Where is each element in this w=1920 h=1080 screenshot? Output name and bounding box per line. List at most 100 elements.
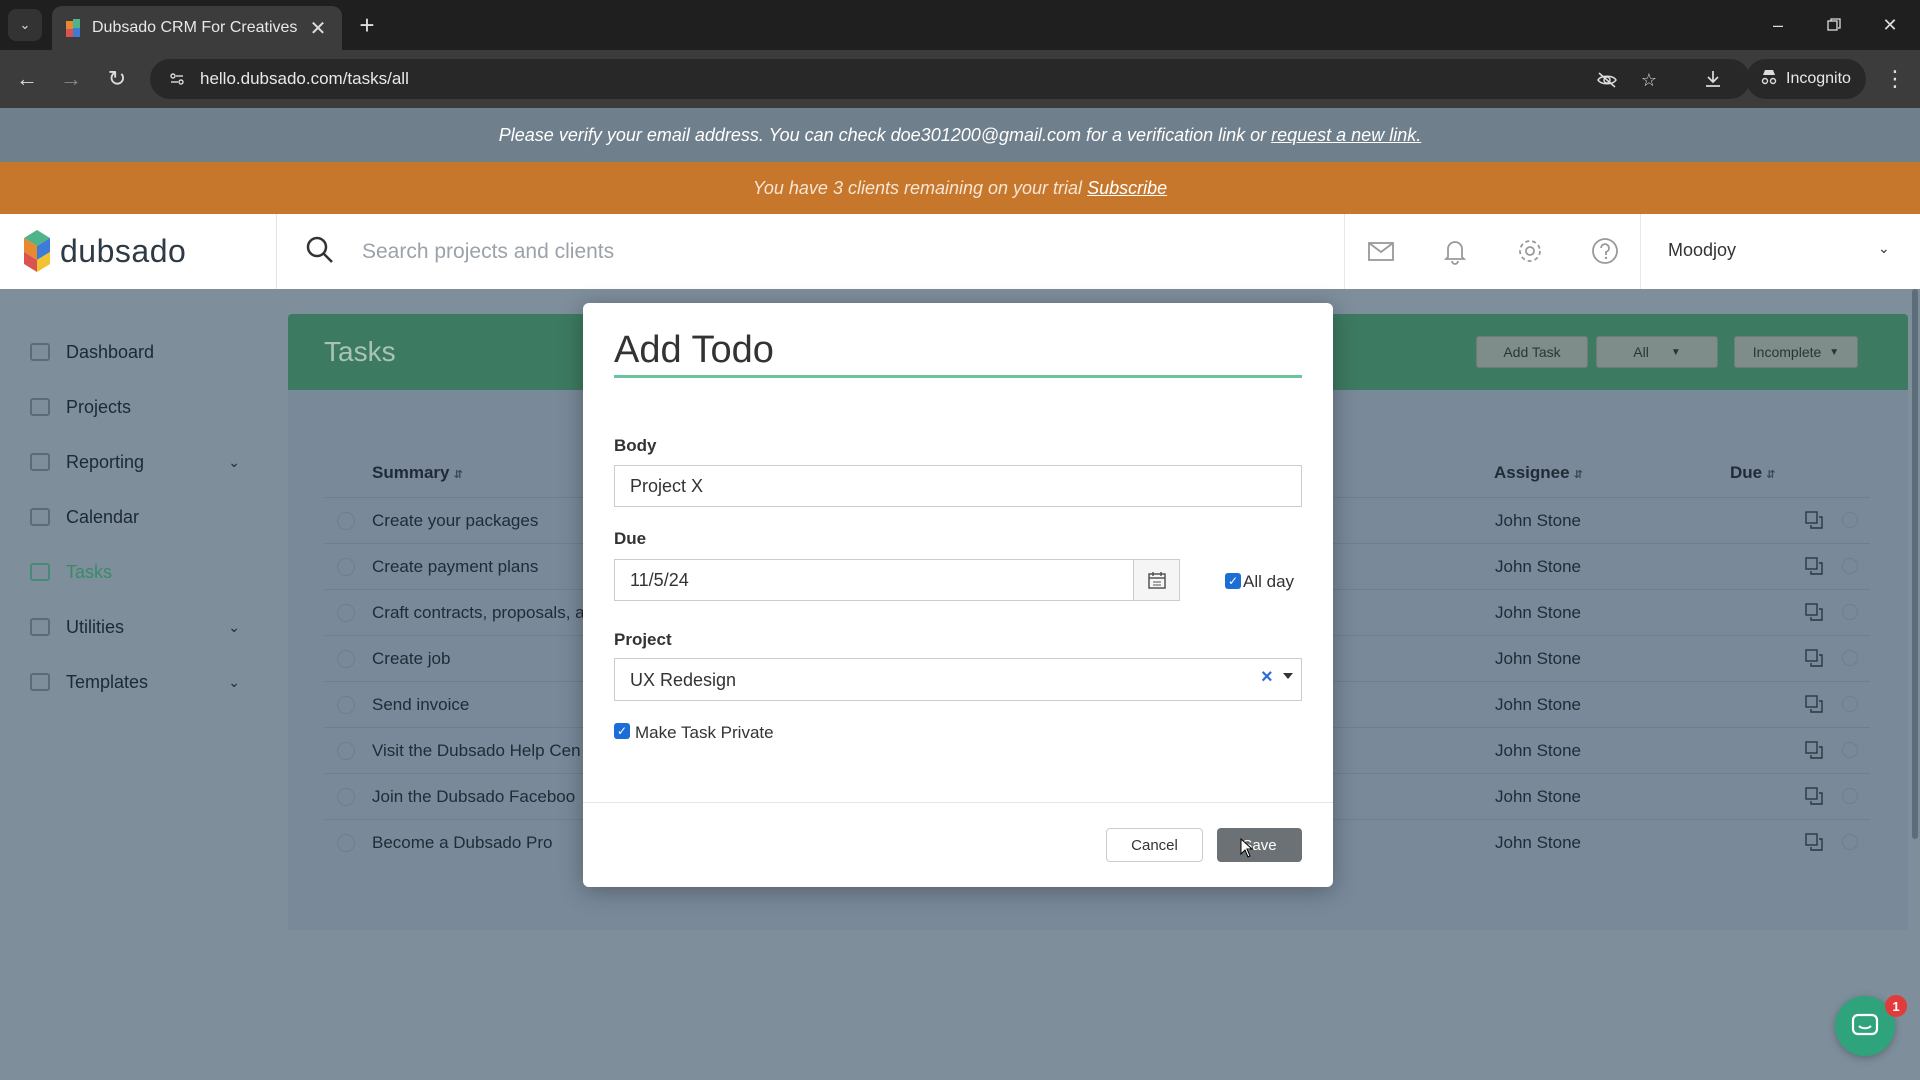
task-summary[interactable]: Craft contracts, proposals, a — [372, 603, 585, 623]
sidebar-item-tasks[interactable]: Tasks — [30, 552, 250, 592]
task-summary[interactable]: Create job — [372, 649, 450, 669]
site-info-icon[interactable] — [166, 68, 188, 90]
dashboard-icon — [30, 343, 50, 361]
task-complete-toggle[interactable] — [337, 512, 355, 530]
task-options-icon[interactable] — [1842, 696, 1858, 712]
restore-icon[interactable] — [1814, 10, 1854, 40]
sidebar-item-label: Utilities — [66, 616, 125, 637]
make-private-checkbox[interactable]: ✓ — [614, 723, 630, 739]
task-summary[interactable]: Become a Dubsado Pro — [372, 833, 553, 853]
forward-icon[interactable]: → — [55, 63, 87, 95]
task-options-icon[interactable] — [1842, 650, 1858, 666]
scrollbar[interactable] — [1912, 289, 1918, 839]
column-due[interactable]: Due ⇵ — [1730, 463, 1775, 483]
column-summary[interactable]: Summary ⇵ — [372, 463, 463, 483]
duplicate-icon[interactable] — [1805, 741, 1823, 759]
task-options-icon[interactable] — [1842, 834, 1858, 850]
save-button[interactable]: Save — [1217, 828, 1302, 862]
back-icon[interactable]: ← — [11, 63, 43, 95]
gear-icon[interactable] — [1515, 236, 1547, 268]
templates-icon — [30, 673, 50, 691]
task-complete-toggle[interactable] — [337, 558, 355, 576]
duplicate-icon[interactable] — [1805, 833, 1823, 851]
bell-icon[interactable] — [1440, 236, 1472, 268]
sidebar: Dashboard Projects Reporting ⌄ Calendar … — [0, 289, 276, 1080]
browser-tab[interactable]: Dubsado CRM For Creatives ✕ — [52, 6, 342, 50]
body-input[interactable] — [614, 465, 1302, 507]
browser-toolbar: ← → ↻ hello.dubsado.com/tasks/all ☆ Inco… — [0, 50, 1920, 108]
task-assignee: John Stone — [1495, 787, 1582, 806]
incognito-label: Incognito — [1786, 70, 1851, 87]
sidebar-item-dashboard[interactable]: Dashboard — [30, 332, 250, 372]
sidebar-item-calendar[interactable]: Calendar — [30, 497, 250, 537]
sidebar-item-label: Templates — [66, 671, 149, 692]
duplicate-icon[interactable] — [1805, 557, 1823, 575]
download-icon[interactable] — [1697, 63, 1729, 95]
minimize-icon[interactable]: – — [1758, 10, 1798, 40]
tab-title: Dubsado CRM For Creatives — [92, 19, 298, 36]
task-complete-toggle[interactable] — [337, 788, 355, 806]
filter-all-dropdown[interactable]: All ▼ — [1596, 336, 1718, 368]
sidebar-item-reporting[interactable]: Reporting ⌄ — [30, 442, 250, 482]
search-icon[interactable] — [304, 234, 336, 266]
account-name[interactable]: Moodjoy — [1668, 240, 1736, 261]
dubsado-logo[interactable]: dubsado — [22, 228, 186, 274]
sidebar-item-label: Calendar — [66, 506, 140, 527]
star-icon[interactable]: ☆ — [1636, 67, 1662, 93]
plus-icon[interactable]: + — [352, 10, 382, 40]
task-complete-toggle[interactable] — [337, 696, 355, 714]
due-date-input[interactable] — [614, 559, 1134, 601]
task-options-icon[interactable] — [1842, 788, 1858, 804]
caret-down-icon[interactable] — [1283, 673, 1293, 679]
duplicate-icon[interactable] — [1805, 603, 1823, 621]
dubsado-logo-icon — [22, 228, 52, 274]
incognito-indicator[interactable]: Incognito — [1746, 59, 1866, 99]
chevron-down-icon[interactable]: ⌄ — [1878, 240, 1890, 257]
mail-icon[interactable] — [1366, 236, 1398, 268]
task-summary[interactable]: Join the Dubsado Faceboo — [372, 787, 575, 807]
duplicate-icon[interactable] — [1805, 511, 1823, 529]
request-new-link[interactable]: request a new link. — [1271, 125, 1421, 146]
project-select[interactable]: UX Redesign × — [614, 658, 1302, 701]
close-window-icon[interactable]: ✕ — [1870, 10, 1910, 40]
close-icon[interactable]: ✕ — [308, 16, 328, 41]
reload-icon[interactable]: ↻ — [101, 63, 133, 95]
task-complete-toggle[interactable] — [337, 742, 355, 760]
address-bar[interactable]: hello.dubsado.com/tasks/all ☆ — [150, 59, 1750, 99]
duplicate-icon[interactable] — [1805, 695, 1823, 713]
task-summary[interactable]: Create your packages — [372, 511, 538, 531]
filter-status-label: Incomplete — [1752, 344, 1822, 360]
help-icon[interactable] — [1590, 236, 1622, 268]
column-assignee[interactable]: Assignee ⇵ — [1494, 463, 1583, 483]
task-complete-toggle[interactable] — [337, 650, 355, 668]
task-options-icon[interactable] — [1842, 604, 1858, 620]
sidebar-item-templates[interactable]: Templates ⌄ — [30, 662, 250, 702]
duplicate-icon[interactable] — [1805, 787, 1823, 805]
task-options-icon[interactable] — [1842, 512, 1858, 528]
clear-icon[interactable]: × — [1261, 666, 1273, 689]
search-input[interactable] — [362, 232, 1322, 272]
cancel-button[interactable]: Cancel — [1106, 828, 1203, 862]
task-complete-toggle[interactable] — [337, 834, 355, 852]
task-summary[interactable]: Send invoice — [372, 695, 469, 715]
task-options-icon[interactable] — [1842, 558, 1858, 574]
calendar-button[interactable] — [1133, 559, 1180, 601]
sidebar-item-projects[interactable]: Projects — [30, 387, 250, 427]
sidebar-item-label: Tasks — [66, 561, 113, 582]
task-options-icon[interactable] — [1842, 742, 1858, 758]
header-divider — [276, 214, 277, 289]
duplicate-icon[interactable] — [1805, 649, 1823, 667]
task-complete-toggle[interactable] — [337, 604, 355, 622]
sidebar-item-utilities[interactable]: Utilities ⌄ — [30, 607, 250, 647]
modal-title: Add Todo — [614, 329, 774, 371]
all-day-checkbox[interactable]: ✓ — [1225, 573, 1241, 589]
task-summary[interactable]: Visit the Dubsado Help Cen — [372, 741, 581, 761]
tab-list-icon[interactable]: ⌄ — [8, 9, 42, 41]
add-task-button[interactable]: Add Task — [1476, 336, 1588, 368]
subscribe-link[interactable]: Subscribe — [1087, 178, 1167, 199]
more-vertical-icon[interactable]: ⋮ — [1880, 64, 1910, 94]
eye-off-icon[interactable] — [1594, 67, 1620, 93]
task-summary[interactable]: Create payment plans — [372, 557, 538, 577]
browser-tab-bar: ⌄ Dubsado CRM For Creatives ✕ + – ✕ — [0, 0, 1920, 50]
filter-status-dropdown[interactable]: Incomplete ▼ — [1734, 336, 1858, 368]
